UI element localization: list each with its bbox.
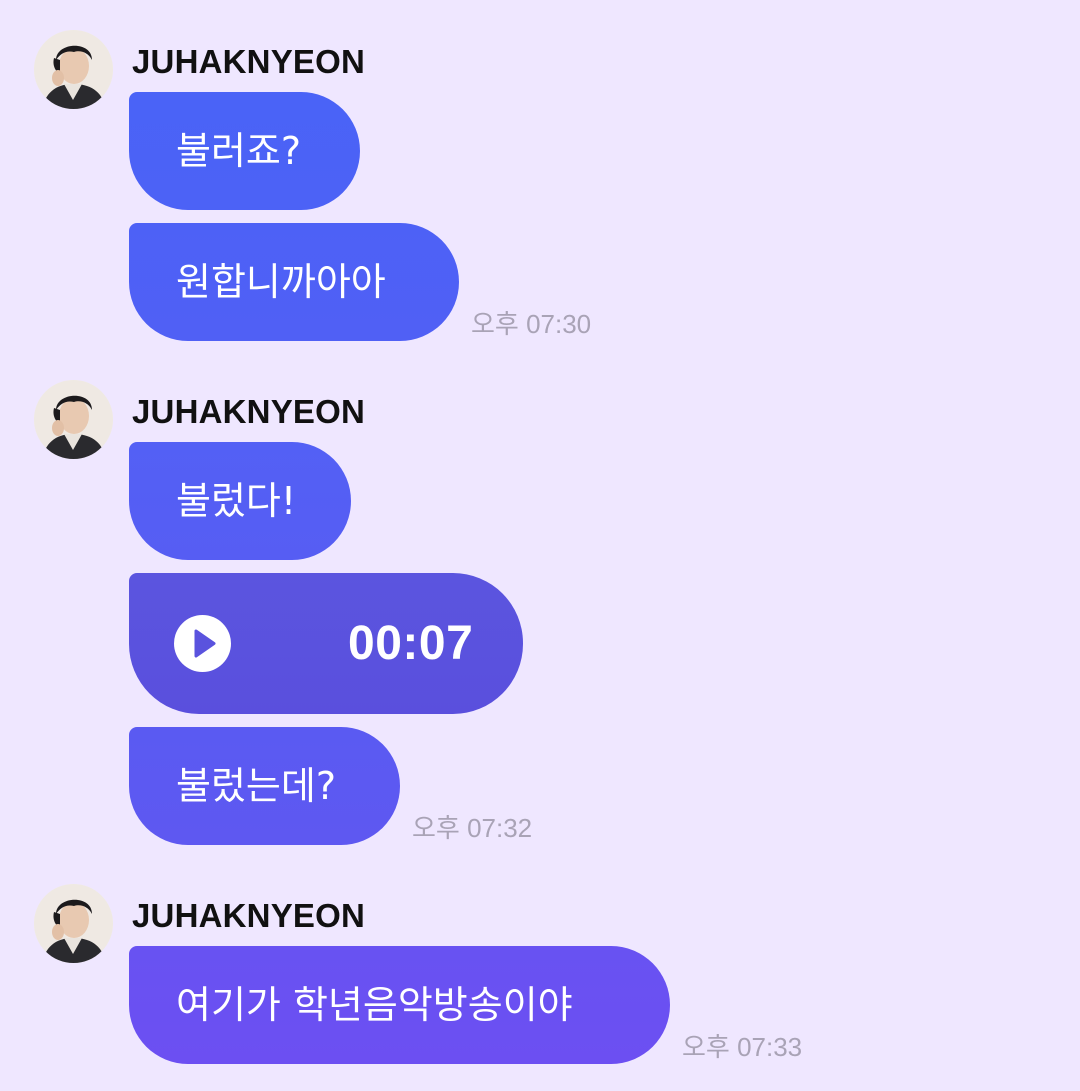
voice-duration: 00:07 <box>348 617 474 670</box>
message-text: 불렀는데? <box>176 764 337 808</box>
message-text: 원합니까아아 <box>176 260 386 304</box>
sender-name: JUHAKNYEON <box>132 393 366 430</box>
message-bubble[interactable]: 원합니까아아 <box>129 223 459 341</box>
message-text: 불러죠? <box>176 129 302 173</box>
avatar[interactable] <box>34 380 113 459</box>
sender-name: JUHAKNYEON <box>132 897 366 934</box>
avatar[interactable] <box>34 884 113 963</box>
message-bubble[interactable]: 불러죠? <box>129 92 360 210</box>
avatar[interactable] <box>34 30 113 109</box>
message-bubble[interactable]: 여기가 학년음악방송이야 <box>129 946 670 1064</box>
message-bubble[interactable]: 불렀는데? <box>129 727 400 845</box>
voice-message-bubble[interactable]: 00:07 <box>129 573 523 714</box>
timestamp: 오후 07:30 <box>471 309 592 339</box>
sender-name: JUHAKNYEON <box>132 43 366 80</box>
message-text: 여기가 학년음악방송이야 <box>176 983 573 1027</box>
play-icon[interactable] <box>174 615 231 672</box>
message-bubble[interactable]: 불렀다! <box>129 442 351 560</box>
timestamp: 오후 07:33 <box>682 1032 803 1062</box>
timestamp: 오후 07:32 <box>412 813 533 843</box>
message-text: 불렀다! <box>176 479 297 523</box>
